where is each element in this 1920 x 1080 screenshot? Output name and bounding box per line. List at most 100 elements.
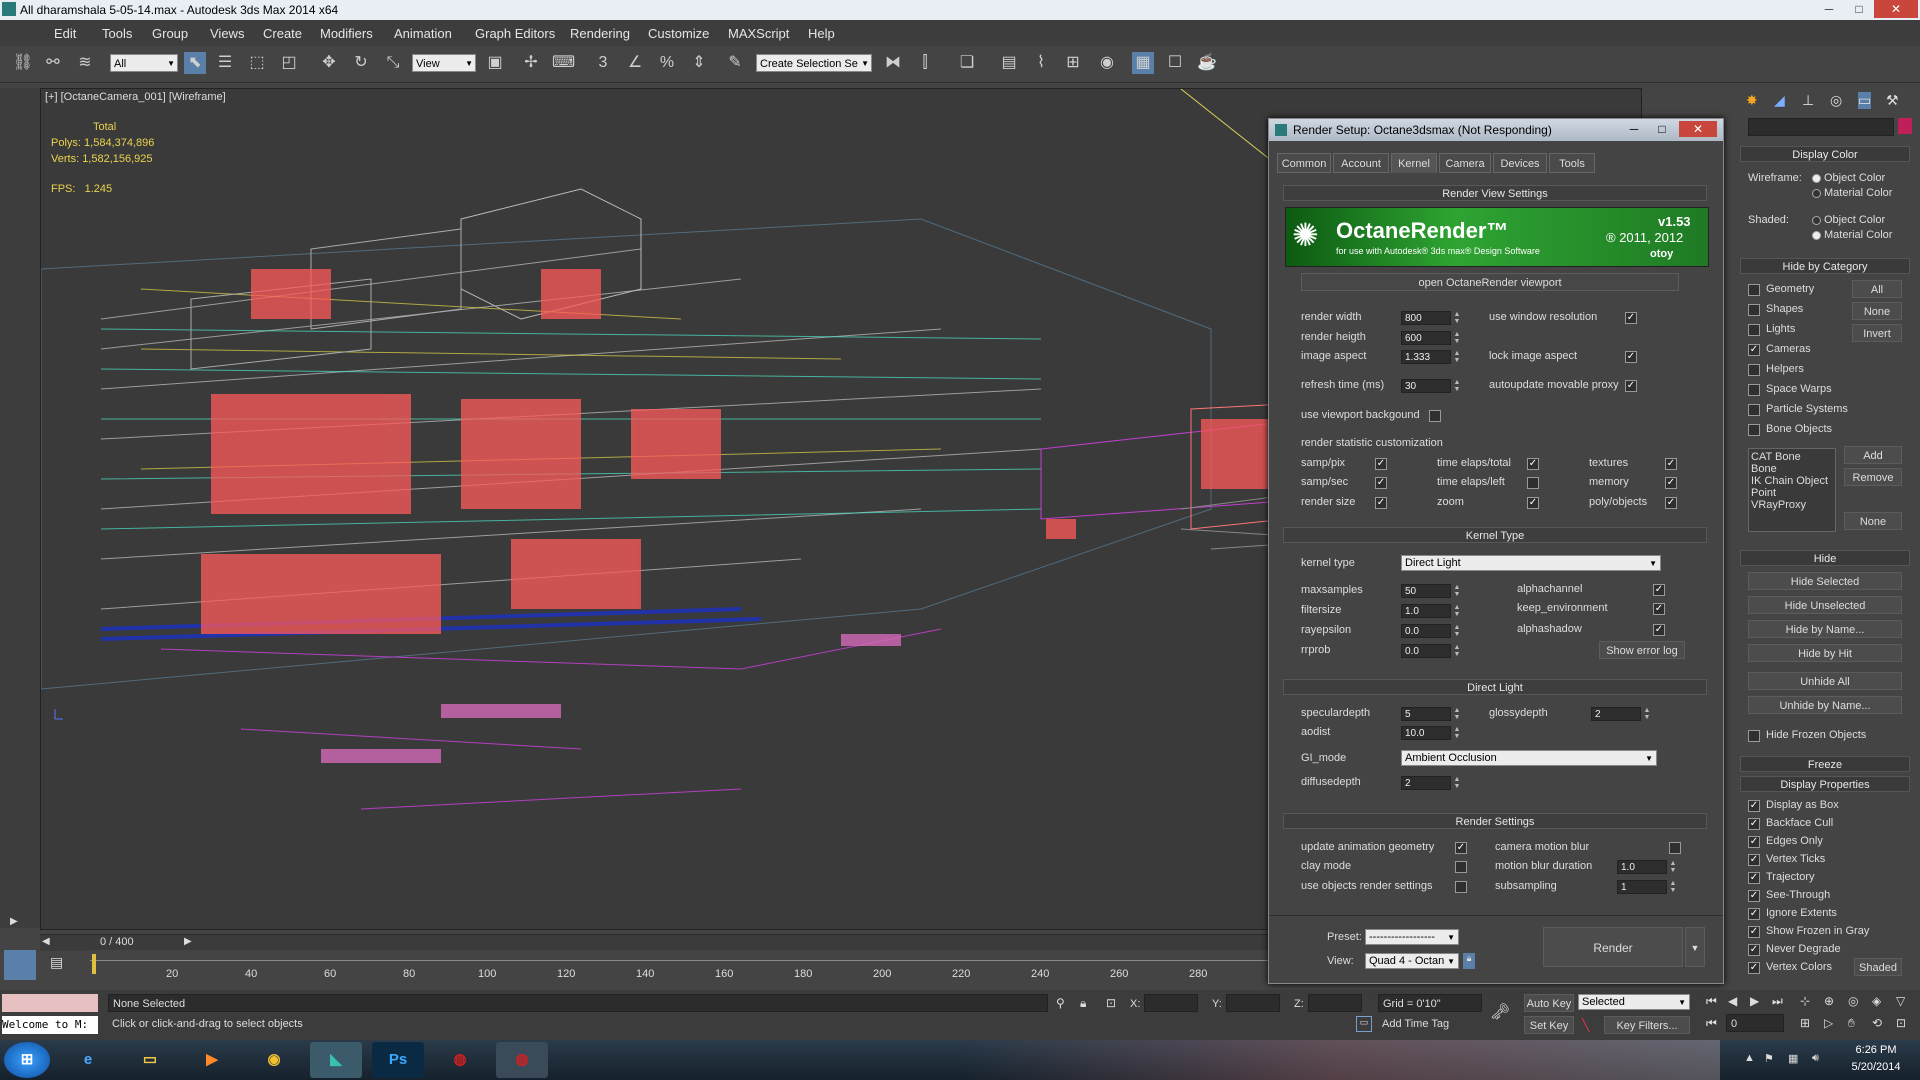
- time-elaps-total-checkbox[interactable]: ✓: [1527, 458, 1539, 470]
- shapes-checkbox[interactable]: [1748, 304, 1760, 316]
- rendered-frame-window-icon[interactable]: ☐: [1164, 52, 1186, 74]
- percent-snap-icon[interactable]: %: [656, 52, 678, 74]
- list-item[interactable]: CAT Bone: [1751, 451, 1833, 463]
- use-objects-render-checkbox[interactable]: [1455, 881, 1467, 893]
- edges-only-checkbox[interactable]: ✓: [1748, 836, 1760, 848]
- display-properties-rollout[interactable]: Display Properties: [1740, 776, 1910, 792]
- start-button[interactable]: ⊞: [4, 1042, 50, 1078]
- menu-animation[interactable]: Animation: [394, 26, 452, 41]
- rayepsilon-spinner[interactable]: ▲ ▼: [1453, 624, 1461, 638]
- display-color-rollout[interactable]: Display Color: [1740, 146, 1910, 162]
- object-name-field[interactable]: [1748, 118, 1894, 136]
- key-mode-toggle-icon[interactable]: ⏮: [1706, 1016, 1717, 1031]
- rrprob-spinner[interactable]: ▲ ▼: [1453, 644, 1461, 658]
- poly-objects-checkbox[interactable]: ✓: [1665, 497, 1677, 509]
- clock-time[interactable]: 6:26 PM: [1846, 1044, 1906, 1056]
- ignore-extents-checkbox[interactable]: ✓: [1748, 908, 1760, 920]
- render-production-icon[interactable]: ☕: [1196, 52, 1218, 74]
- orbit-subobject-icon[interactable]: ⟲: [1872, 1016, 1882, 1030]
- action-center-icon[interactable]: ⚑: [1764, 1052, 1774, 1065]
- rayepsilon-field[interactable]: 0.0: [1401, 624, 1451, 638]
- go-to-start-icon[interactable]: ⏮: [1706, 994, 1717, 1009]
- memory-checkbox[interactable]: ✓: [1665, 477, 1677, 489]
- selection-filter-dropdown[interactable]: All: [110, 54, 178, 73]
- dialog-minimize-button[interactable]: ─: [1621, 121, 1647, 137]
- wireframe-object-color-radio[interactable]: [1812, 174, 1821, 183]
- zoom-checkbox[interactable]: ✓: [1527, 497, 1539, 509]
- see-through-checkbox[interactable]: ✓: [1748, 890, 1760, 902]
- set-key-button[interactable]: Set Key: [1524, 1016, 1574, 1034]
- display-as-box-checkbox[interactable]: ✓: [1748, 800, 1760, 812]
- zoom-icon[interactable]: ⊹: [1800, 994, 1810, 1008]
- hide-by-category-rollout[interactable]: Hide by Category: [1740, 258, 1910, 274]
- track-bar[interactable]: 20 40 60 80 100 120 140 160 180 200 220 …: [90, 950, 1420, 982]
- list-item[interactable]: IK Chain Object: [1751, 475, 1833, 487]
- menu-graph-editors[interactable]: Graph Editors: [475, 26, 555, 41]
- clay-mode-checkbox[interactable]: [1455, 861, 1467, 873]
- tab-kernel[interactable]: Kernel: [1391, 153, 1437, 173]
- category-list[interactable]: CAT Bone Bone IK Chain Object Point VRay…: [1748, 448, 1836, 532]
- gpu-shark-icon[interactable]: ◍: [496, 1042, 548, 1078]
- backface-cull-checkbox[interactable]: ✓: [1748, 818, 1760, 830]
- chrome-icon[interactable]: ◉: [248, 1042, 300, 1078]
- render-width-field[interactable]: 800: [1401, 311, 1451, 325]
- modify-tab-icon[interactable]: ◢: [1774, 92, 1785, 109]
- snaps-toggle-icon[interactable]: 3: [592, 52, 614, 74]
- keep-environment-checkbox[interactable]: ✓: [1653, 603, 1665, 615]
- update-animation-checkbox[interactable]: ✓: [1455, 842, 1467, 854]
- menu-group[interactable]: Group: [152, 26, 188, 41]
- render-size-checkbox[interactable]: ✓: [1375, 497, 1387, 509]
- zoom-extents-icon[interactable]: ⊞: [1800, 1016, 1810, 1030]
- rotate-icon[interactable]: ↻: [350, 52, 372, 74]
- window-crossing-icon[interactable]: ◰: [278, 52, 300, 74]
- zoom-all-icon[interactable]: ⊕: [1824, 994, 1834, 1008]
- lights-checkbox[interactable]: [1748, 324, 1760, 336]
- time-tag-icon[interactable]: ▭: [1356, 1016, 1372, 1032]
- gpu-z-icon[interactable]: ◍: [434, 1042, 486, 1078]
- unhide-by-name-button[interactable]: Unhide by Name...: [1748, 696, 1902, 714]
- hide-selected-button[interactable]: Hide Selected: [1748, 572, 1902, 590]
- create-tab-icon[interactable]: ✸: [1746, 92, 1758, 109]
- key-icon[interactable]: 🗝︎: [1490, 1002, 1510, 1022]
- alphachannel-checkbox[interactable]: ✓: [1653, 584, 1665, 596]
- lock-image-aspect-checkbox[interactable]: ✓: [1625, 351, 1637, 363]
- menu-edit[interactable]: Edit: [54, 26, 76, 41]
- trajectory-checkbox[interactable]: ✓: [1748, 872, 1760, 884]
- view-lock-icon[interactable]: 🔒︎: [1463, 953, 1475, 969]
- auto-key-button[interactable]: Auto Key: [1524, 994, 1574, 1012]
- 3dsmax-taskbar-icon[interactable]: ◣: [310, 1042, 362, 1078]
- render-width-spinner[interactable]: ▲ ▼: [1453, 311, 1461, 325]
- never-degrade-checkbox[interactable]: ✓: [1748, 944, 1760, 956]
- invert-button[interactable]: Invert: [1852, 324, 1902, 342]
- time-elaps-left-checkbox[interactable]: [1527, 477, 1539, 489]
- graphite-ribbon-icon[interactable]: ▤: [998, 52, 1020, 74]
- refresh-time-spinner[interactable]: ▲ ▼: [1453, 379, 1461, 393]
- mirror-icon[interactable]: ⧓: [882, 52, 904, 74]
- tab-camera[interactable]: Camera: [1439, 153, 1491, 173]
- x-coordinate-field[interactable]: [1144, 994, 1198, 1012]
- menu-customize[interactable]: Customize: [648, 26, 709, 41]
- list-item[interactable]: Point: [1751, 487, 1833, 499]
- select-manipulate-icon[interactable]: ✢: [520, 52, 542, 74]
- named-selection-dropdown[interactable]: Create Selection Se: [756, 54, 872, 73]
- menu-rendering[interactable]: Rendering: [570, 26, 630, 41]
- remove-button[interactable]: Remove: [1844, 468, 1902, 486]
- aodist-field[interactable]: 10.0: [1401, 726, 1451, 740]
- lock-icon[interactable]: 🔒︎: [1080, 996, 1086, 1011]
- tray-expand-icon[interactable]: ▲: [1744, 1052, 1755, 1064]
- display-tab-icon[interactable]: ▭: [1858, 92, 1872, 109]
- camera-motion-blur-checkbox[interactable]: [1669, 842, 1681, 854]
- bone-objects-checkbox[interactable]: [1748, 424, 1760, 436]
- viewport-background-checkbox[interactable]: [1429, 410, 1441, 422]
- set-key-mode-icon[interactable]: ╲: [1582, 1018, 1589, 1032]
- subsampling-field[interactable]: 1: [1617, 880, 1667, 894]
- y-coordinate-field[interactable]: [1226, 994, 1280, 1012]
- image-aspect-spinner[interactable]: ▲ ▼: [1453, 350, 1461, 364]
- clock-date[interactable]: 5/20/2014: [1846, 1061, 1906, 1073]
- add-time-tag[interactable]: Add Time Tag: [1382, 1018, 1449, 1030]
- dialog-close-button[interactable]: ✕: [1679, 121, 1717, 137]
- helpers-checkbox[interactable]: [1748, 364, 1760, 376]
- isolate-icon[interactable]: ⚲: [1056, 996, 1065, 1010]
- maxscript-listener-mini[interactable]: [2, 994, 98, 1012]
- autoupdate-proxy-checkbox[interactable]: ✓: [1625, 380, 1637, 392]
